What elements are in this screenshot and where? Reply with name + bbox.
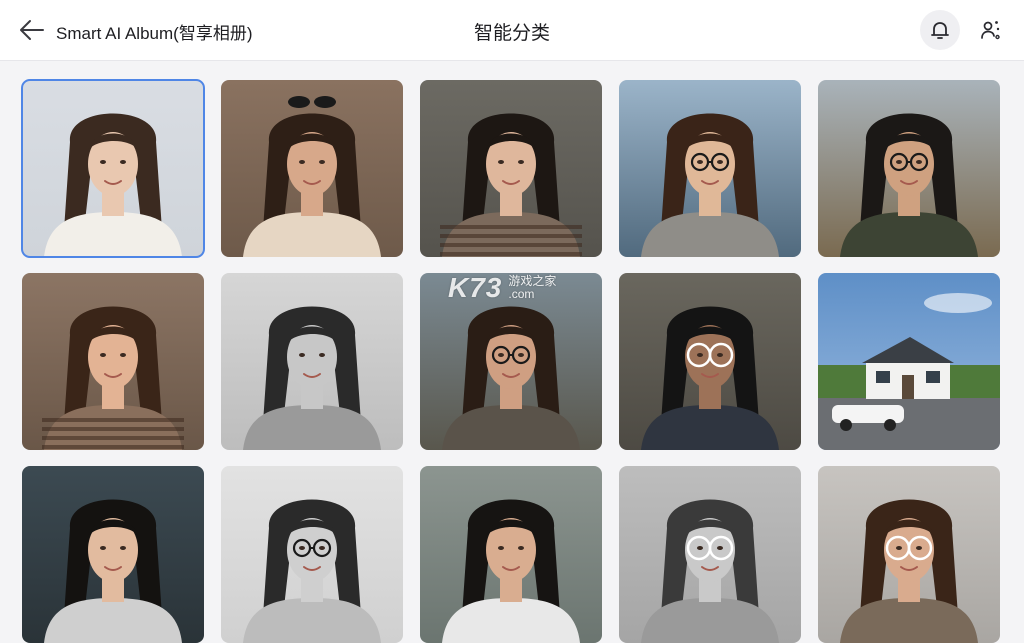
photo-thumbnail[interactable] [21,79,205,258]
photo-thumbnail[interactable] [420,466,602,643]
app-title: Smart AI Album(智享相册) [56,24,253,43]
photo-thumbnail[interactable] [221,466,403,643]
ai-recognition-button[interactable] [970,10,1010,50]
photo-thumbnail[interactable] [22,466,204,643]
photo-thumbnail[interactable] [818,273,1000,450]
face-sparkle-icon [981,21,1000,40]
photo-thumbnail[interactable] [221,273,403,450]
top-bar: Smart AI Album(智享相册) 智能分类 [0,0,1024,61]
photo-thumbnail[interactable] [619,273,801,450]
photo-thumbnail[interactable] [619,466,801,643]
photo-thumbnail[interactable] [619,80,801,257]
notification-button[interactable] [920,10,960,50]
back-arrow-icon[interactable] [18,16,46,44]
photo-thumbnail[interactable] [818,80,1000,257]
photo-thumbnail[interactable] [221,80,403,257]
photo-thumbnail[interactable] [420,80,602,257]
photo-grid [21,79,1000,643]
bell-icon [931,22,949,39]
photo-thumbnail[interactable] [818,466,1000,643]
photo-thumbnail[interactable] [22,273,204,450]
photo-thumbnail[interactable] [420,273,602,450]
